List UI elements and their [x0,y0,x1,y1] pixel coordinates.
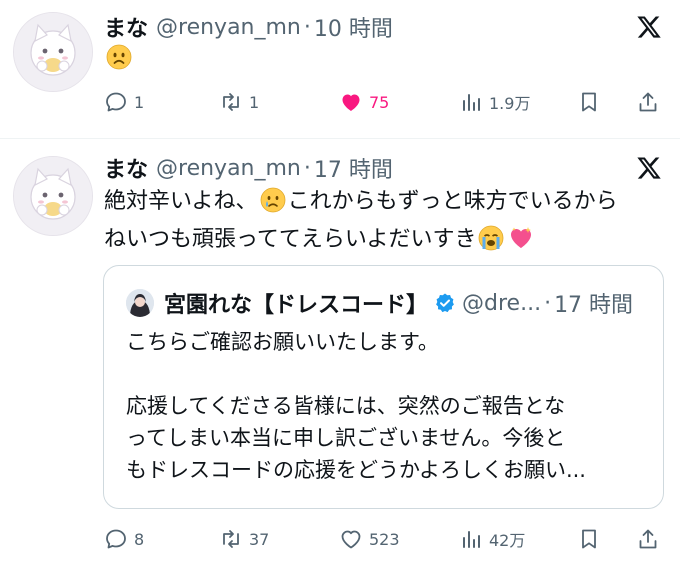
quoted-tweet-text: こちらご確認お願いいたします。 応援してくださる皆様には、突然のご報告とな って… [126,326,646,486]
reply-button[interactable]: 8 [104,523,144,555]
avatar[interactable] [13,12,93,92]
tweet-text [104,40,664,78]
tweet-header: まな @renyan_mn · 17 時間 [104,152,393,184]
tweet[interactable]: まな @renyan_mn · 17 時間 絶対辛いよね、 これからもずっと味方で… [0,139,680,571]
bookmark-icon [577,90,601,114]
retweet-icon [219,527,243,551]
share-icon [636,527,660,551]
separator-dot: · [303,155,311,181]
view-count: 1.9万 [489,94,531,113]
reply-icon [104,527,128,551]
tweet-text: 絶対辛いよね、 これからもずっと味方でいるから ねいつも頑張っててえらいよだいすき [104,183,664,259]
tweet-text-part: これからもずっと味方でいるから [287,189,618,214]
quoted-text-line: こちらご確認お願いいたします。 [126,330,439,354]
tweet[interactable]: まな @renyan_mn · 10 時間 1 1 75 1.9万 [0,0,680,139]
like-count: 523 [369,529,400,549]
bookmark-icon [577,527,601,551]
quoted-author-name[interactable]: 宮園れな【ドレスコード】 [164,287,428,319]
timestamp[interactable]: 10 時間 [314,11,393,43]
retweet-count: 1 [249,92,260,112]
loudly-crying-emoji [478,225,504,251]
quoted-author-handle[interactable]: @dre... [462,291,541,316]
reply-icon [104,90,128,114]
bookmark-button[interactable] [577,523,601,555]
like-button[interactable]: 523 [339,523,400,555]
share-button[interactable] [636,86,660,118]
separator-dot: · [303,14,311,40]
analytics-icon [459,527,483,551]
tweet-header: まな @renyan_mn · 10 時間 [104,11,393,43]
retweet-button[interactable]: 37 [219,523,269,555]
quoted-text-line: もドレスコードの応援をどうかよろしくお願い... [126,458,586,482]
sparkling-heart-emoji [508,225,534,251]
author-name[interactable]: まな [104,152,148,184]
views-button[interactable]: 1.9万 [459,86,530,118]
share-icon [636,90,660,114]
share-button[interactable] [636,523,660,555]
x-logo-icon[interactable] [636,155,662,181]
quoted-tweet[interactable]: 宮園れな【ドレスコード】 @dre... · 17 時間 こちらご確認お願いいた… [103,265,664,509]
author-handle[interactable]: @renyan_mn [156,15,301,40]
reply-button[interactable]: 1 [104,86,144,118]
tweet-actions: 8 37 523 42万 [104,523,664,555]
tweet-text-part: 絶対辛いよね、 [104,189,258,214]
cat-avatar-image [14,157,92,235]
quoted-text-line: ってしまい本当に申し訳ございません。今後と [126,426,566,450]
x-logo-icon[interactable] [636,14,662,40]
heart-filled-icon [339,90,363,114]
tweet-actions: 1 1 75 1.9万 [104,86,664,118]
retweet-count: 37 [249,529,270,549]
reply-count: 8 [134,529,145,549]
frowning-face-emoji [106,44,132,70]
analytics-icon [459,90,483,114]
sad-tear-emoji [260,187,286,213]
heart-outline-icon [339,527,363,551]
reply-count: 1 [134,92,145,112]
author-name[interactable]: まな [104,11,148,43]
tweet-text-part: ねいつも頑張っててえらいよだいすき [104,227,477,252]
person-avatar-image [126,289,154,317]
quoted-tweet-header: 宮園れな【ドレスコード】 @dre... · 17 時間 [126,288,633,318]
quoted-avatar[interactable] [126,289,154,317]
view-count: 42万 [489,531,526,550]
author-handle[interactable]: @renyan_mn [156,156,301,181]
timestamp[interactable]: 17 時間 [314,152,393,184]
like-count: 75 [369,92,390,112]
views-button[interactable]: 42万 [459,523,525,555]
cat-avatar-image [14,13,92,91]
like-button[interactable]: 75 [339,86,389,118]
quoted-timestamp[interactable]: 17 時間 [554,287,633,319]
bookmark-button[interactable] [577,86,601,118]
separator-dot: · [544,290,552,316]
verified-badge-icon [434,292,456,314]
avatar[interactable] [13,156,93,236]
retweet-icon [219,90,243,114]
retweet-button[interactable]: 1 [219,86,259,118]
quoted-text-blank-line [126,358,646,390]
quoted-text-line: 応援してくださる皆様には、突然のご報告とな [126,394,566,418]
